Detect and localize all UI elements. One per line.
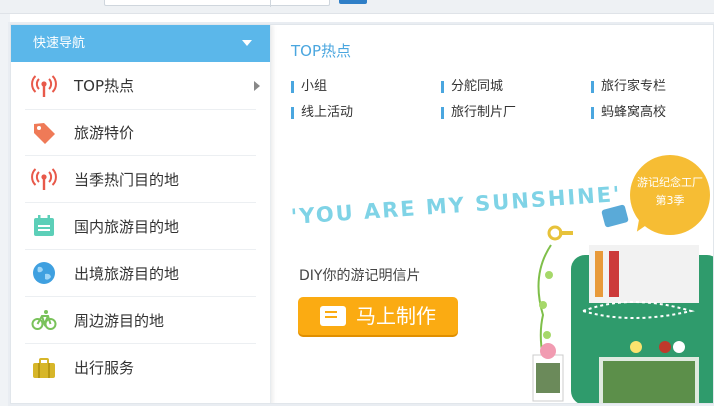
make-now-label: 马上制作: [356, 304, 436, 328]
link-traveler-columns[interactable]: 旅行家专栏: [591, 79, 666, 95]
bicycle-icon: [31, 310, 57, 330]
sidebar-item-label: 旅游特价: [74, 124, 135, 142]
signal-tower-icon: [31, 74, 57, 97]
postcard-machine-illustration: [532, 204, 713, 403]
search-divider: [270, 0, 271, 7]
postcard-banner[interactable]: 'YOU ARE MY SUNSHINE' DIY你的游记明信片 马上制作 游记…: [271, 145, 713, 403]
content-title: TOP热点: [291, 42, 352, 60]
quick-nav-title: 快速导航: [33, 36, 86, 51]
sidebar-item-travel-deals[interactable]: 旅游特价: [25, 109, 256, 156]
signal-tower-icon: [31, 168, 57, 190]
link-campus[interactable]: 蚂蜂窝高校: [591, 105, 666, 121]
sidebar-item-top-hot[interactable]: TOP热点: [11, 62, 270, 109]
sidebar-item-travel-services[interactable]: 出行服务: [25, 344, 256, 391]
banner-subtitle: DIY你的游记明信片: [299, 268, 421, 284]
link-online-events[interactable]: 线上活动: [291, 105, 353, 121]
chevron-right-icon: [254, 81, 260, 91]
quick-nav-sidebar: 快速导航 TOP热点 旅游特价 当季热门目的地 国内旅游目的地 出境旅游目的地 …: [11, 25, 271, 403]
sidebar-item-label: 周边游目的地: [74, 311, 165, 330]
sidebar-item-nearby-destinations[interactable]: 周边游目的地: [25, 297, 256, 344]
make-now-button[interactable]: 马上制作: [298, 297, 458, 335]
link-travel-studio[interactable]: 旅行制片厂: [441, 105, 516, 121]
link-groups[interactable]: 小组: [291, 79, 327, 95]
calendar-icon: [34, 215, 54, 236]
sidebar-item-domestic-destinations[interactable]: 国内旅游目的地: [25, 203, 256, 250]
sidebar-item-label: 出行服务: [74, 359, 135, 377]
top-strip: [0, 0, 714, 14]
sidebar-item-label: TOP热点: [74, 77, 135, 95]
sidebar-item-label: 出境旅游目的地: [74, 264, 180, 283]
search-button[interactable]: [339, 0, 367, 4]
sidebar-item-label: 国内旅游目的地: [74, 217, 180, 236]
sidebar-item-seasonal-destinations[interactable]: 当季热门目的地: [25, 156, 256, 203]
sidebar-item-outbound-destinations[interactable]: 出境旅游目的地: [25, 250, 256, 297]
link-local-branches[interactable]: 分舵同城: [441, 79, 503, 95]
globe-icon: [33, 262, 55, 284]
sidebar-item-label: 当季热门目的地: [74, 170, 180, 189]
search-input[interactable]: [104, 0, 330, 7]
quick-nav-header[interactable]: 快速导航: [11, 25, 270, 62]
document-icon: [320, 306, 346, 326]
hot-topics-panel: 快速导航 TOP热点 旅游特价 当季热门目的地 国内旅游目的地 出境旅游目的地 …: [10, 24, 714, 404]
hot-content-area: TOP热点 小组 分舵同城 旅行家专栏 线上活动 旅行制片厂 蚂蜂窝高校 'YO…: [271, 25, 713, 403]
price-tag-icon: [34, 122, 55, 144]
suitcase-icon: [33, 357, 55, 378]
chevron-down-icon[interactable]: [242, 40, 252, 46]
